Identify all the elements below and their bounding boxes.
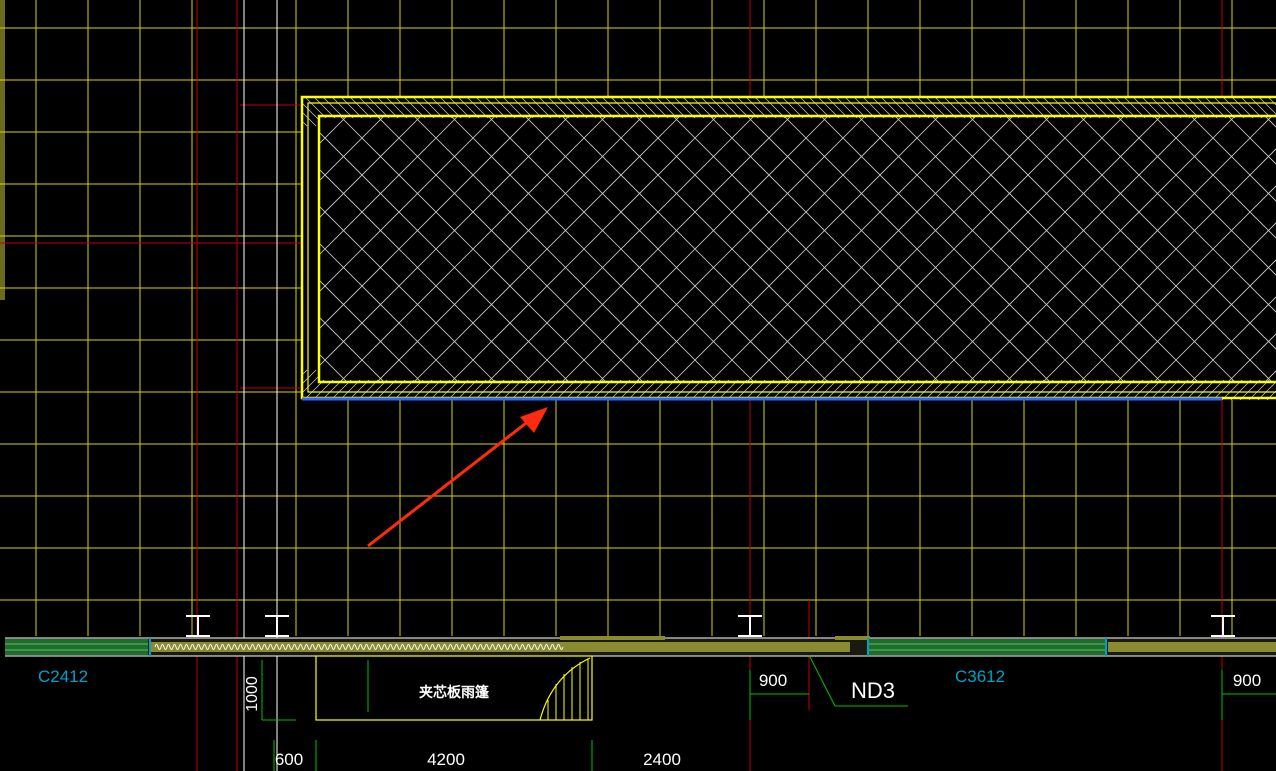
wall-cap-1 (560, 636, 665, 640)
window-label-c3612: C3612 (955, 667, 1005, 686)
cad-drawing: 夹芯板雨篷 C2412 C3612 ND3 1000 600 4200 2400… (0, 0, 1276, 771)
window-c2412-graphic (5, 638, 151, 656)
dim-label-900-left: 900 (759, 671, 787, 690)
window-label-c2412: C2412 (38, 667, 88, 686)
canopy-slab-fill (302, 96, 1276, 400)
canopy-label: 夹芯板雨篷 (419, 684, 490, 700)
window-c3612-graphic (867, 638, 1107, 656)
left-edge-strip (0, 0, 5, 300)
dim-label-4200: 4200 (427, 750, 465, 769)
dim-label-2400: 2400 (643, 750, 681, 769)
window-c3612-glass (868, 639, 1106, 655)
dim-label-1000: 1000 (244, 676, 261, 712)
window-c2412-glass (5, 639, 148, 655)
wall-panel-right (1108, 642, 1276, 652)
wall-cap-2 (835, 636, 870, 640)
dim-label-600: 600 (275, 750, 303, 769)
dim-label-900-right: 900 (1233, 671, 1261, 690)
door-tag-nd3: ND3 (851, 678, 895, 703)
